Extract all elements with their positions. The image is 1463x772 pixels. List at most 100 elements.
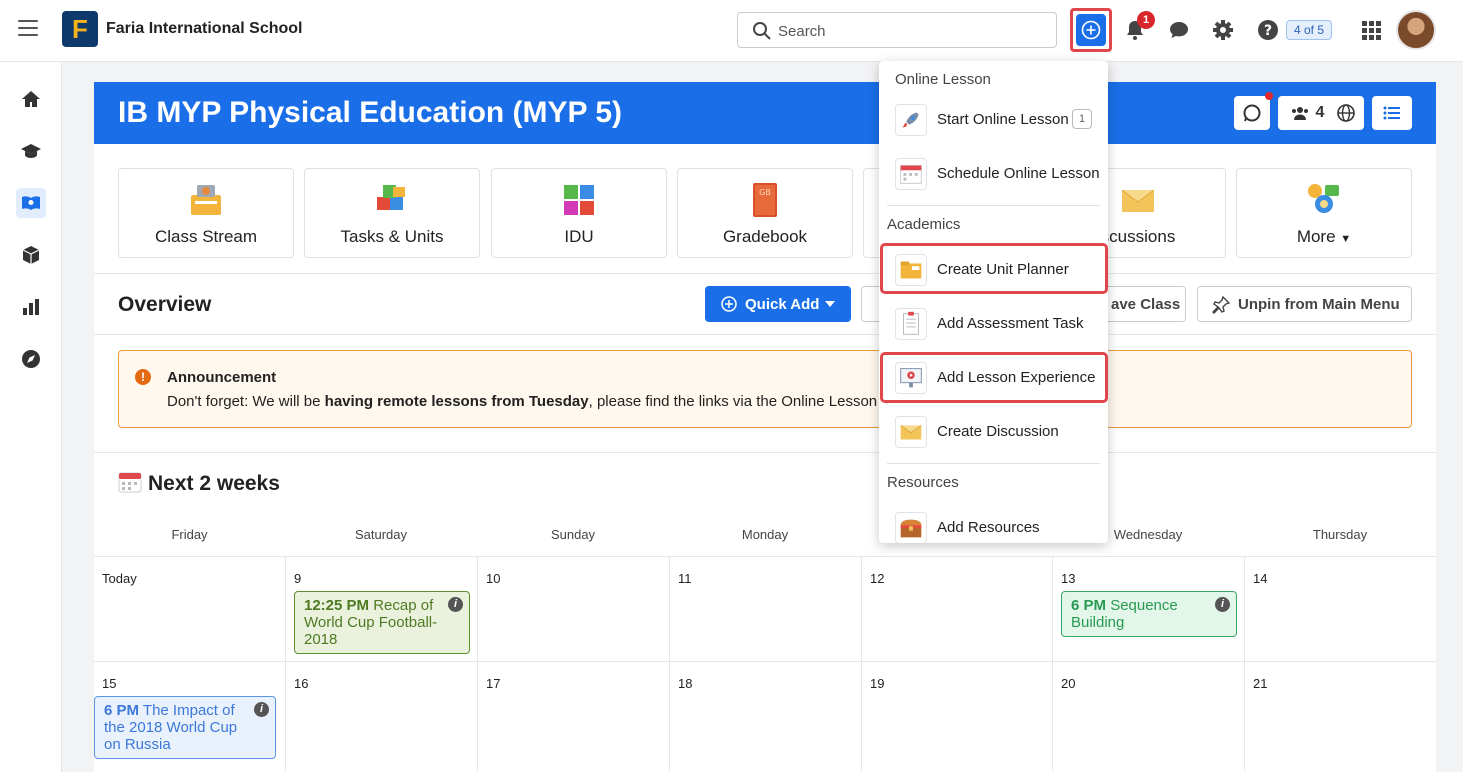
unpin-button[interactable]: Unpin from Main Menu [1197, 286, 1412, 322]
day-number: Today [102, 571, 137, 586]
calendar-day-cell[interactable]: 9 12:25 PM Recap of World Cup Football-2… [285, 556, 477, 661]
next-weeks-title: Next 2 weeks [118, 471, 280, 496]
next-weeks-label: Next 2 weeks [148, 472, 280, 495]
announcement-box: ! Announcement Don't forget: We will be … [118, 350, 1412, 428]
rocket-icon [895, 104, 927, 136]
menu-item-label: Add Resources [937, 519, 1040, 536]
warning-icon: ! [135, 369, 151, 385]
puzzle-icon [377, 185, 405, 210]
envelope-icon [895, 416, 927, 448]
highlight-create-unit-planner [880, 243, 1108, 294]
unpin-label: Unpin from Main Menu [1238, 296, 1400, 313]
sidebar [0, 62, 62, 772]
announcement-text-start: Don't forget: We will be [167, 393, 325, 410]
overview-title: Overview [118, 293, 212, 316]
calendar-day-cell[interactable]: 10 [477, 556, 669, 661]
caret-down-icon: ▼ [1340, 233, 1352, 245]
menu-divider [887, 205, 1100, 206]
leave-class-button[interactable]: ave Class [1102, 286, 1186, 322]
menu-icon[interactable] [18, 20, 38, 40]
sidebar-item-resources[interactable] [16, 240, 46, 270]
class-chat-button[interactable] [1234, 96, 1270, 130]
search-icon [753, 22, 771, 40]
menu-item-add-resources[interactable]: Add Resources [879, 503, 1108, 543]
school-logo[interactable]: F [62, 11, 98, 47]
list-icon [1383, 106, 1400, 120]
event-time: 12:25 PM [304, 597, 370, 614]
calendar-day-cell[interactable]: 17 [477, 661, 669, 771]
announcement-text-end: , please find the links via the Online L… [588, 393, 905, 410]
user-avatar[interactable] [1396, 10, 1436, 50]
sidebar-item-academics[interactable] [16, 136, 46, 166]
calendar-day-cell[interactable]: Today [94, 556, 285, 661]
day-header: Saturday [354, 527, 408, 542]
sidebar-item-reports[interactable] [16, 292, 46, 322]
menu-item-start-online-lesson[interactable]: Start Online Lesson 1 [879, 95, 1108, 143]
class-main: IB MYP Physical Education (MYP 5) 4 Clas… [94, 82, 1436, 772]
quick-add-button[interactable]: Quick Add [705, 286, 851, 322]
day-number: 12 [870, 571, 885, 586]
calendar-day-cell[interactable]: 14 [1244, 556, 1436, 661]
day-number: 18 [678, 676, 693, 691]
calendar-event[interactable]: 6 PM The Impact of the 2018 World Cup on… [94, 696, 276, 759]
school-name[interactable]: Faria International School [106, 20, 302, 38]
tile-gradebook[interactable]: GB Gradebook [677, 168, 853, 258]
day-number: 13 [1061, 571, 1076, 586]
chat-icon[interactable] [1167, 18, 1191, 42]
menu-item-create-discussion[interactable]: Create Discussion [879, 407, 1108, 455]
help-pager-badge[interactable]: 4 of 5 [1286, 20, 1332, 40]
plus-circle-icon [721, 296, 737, 312]
menu-item-add-assessment-task[interactable]: Add Assessment Task [879, 299, 1108, 347]
day-number: 15 [102, 676, 117, 691]
apps-grid-icon[interactable] [1359, 18, 1383, 42]
language-button[interactable] [1328, 96, 1364, 130]
search-input[interactable]: Search [737, 12, 1057, 48]
whatsapp-chat-icon [1243, 104, 1261, 122]
calendar-day-cell[interactable]: 20 [1052, 661, 1244, 771]
calendar-event[interactable]: 12:25 PM Recap of World Cup Football-201… [294, 591, 470, 654]
add-button[interactable] [1076, 14, 1106, 46]
menu-item-schedule-online-lesson[interactable]: Schedule Online Lesson [879, 149, 1108, 197]
menu-item-label: Create Discussion [937, 423, 1059, 440]
home-icon [22, 91, 40, 107]
info-icon[interactable]: i [448, 597, 463, 612]
tile-label: IDU [564, 227, 594, 246]
add-dropdown-menu: Online Lesson Start Online Lesson 1 Sche… [879, 61, 1108, 543]
sidebar-item-home[interactable] [16, 84, 46, 114]
tile-idu[interactable]: IDU [491, 168, 667, 258]
calendar-day-cell[interactable]: 21 [1244, 661, 1436, 771]
menu-section-resources: Resources [887, 474, 959, 491]
menu-item-label: Add Assessment Task [937, 315, 1084, 332]
menu-section-online-lesson: Online Lesson [895, 71, 991, 88]
info-icon[interactable]: i [254, 702, 269, 717]
day-number: 9 [294, 571, 302, 586]
calendar-event[interactable]: 6 PM Sequence Building i [1061, 591, 1237, 637]
day-number: 14 [1253, 571, 1268, 586]
calendar-icon [118, 472, 142, 493]
help-icon[interactable]: ? [1256, 18, 1280, 42]
sidebar-item-classes[interactable] [16, 188, 46, 218]
calendar-day-cell[interactable]: 16 [285, 661, 477, 771]
announcement-text: Don't forget: We will be having remote l… [167, 393, 905, 410]
calendar-day-cell[interactable]: 13 6 PM Sequence Building i [1052, 556, 1244, 661]
sidebar-item-explore[interactable] [16, 344, 46, 374]
page-title: IB MYP Physical Education (MYP 5) [118, 96, 623, 129]
calendar-day-cell[interactable]: 18 [669, 661, 861, 771]
calendar-day-cell[interactable]: 15 6 PM The Impact of the 2018 World Cup… [94, 661, 285, 771]
day-number: 16 [294, 676, 309, 691]
users-icon [1291, 107, 1308, 120]
calendar-day-cell[interactable]: 12 [861, 556, 1052, 661]
day-header: Sunday [550, 527, 596, 542]
calendar-icon [895, 158, 927, 190]
day-number: 11 [678, 571, 692, 586]
gear-icon[interactable] [1211, 18, 1235, 42]
tile-class-stream[interactable]: Class Stream [118, 168, 294, 258]
calendar-day-cell[interactable]: 11 [669, 556, 861, 661]
tile-more[interactable]: More ▼ [1236, 168, 1412, 258]
list-view-button[interactable] [1372, 96, 1412, 130]
tile-tasks-units[interactable]: Tasks & Units [304, 168, 480, 258]
class-stream-icon [191, 185, 221, 215]
info-icon[interactable]: i [1215, 597, 1230, 612]
calendar-day-cell[interactable]: 19 [861, 661, 1052, 771]
tile-label: Class Stream [154, 227, 258, 246]
